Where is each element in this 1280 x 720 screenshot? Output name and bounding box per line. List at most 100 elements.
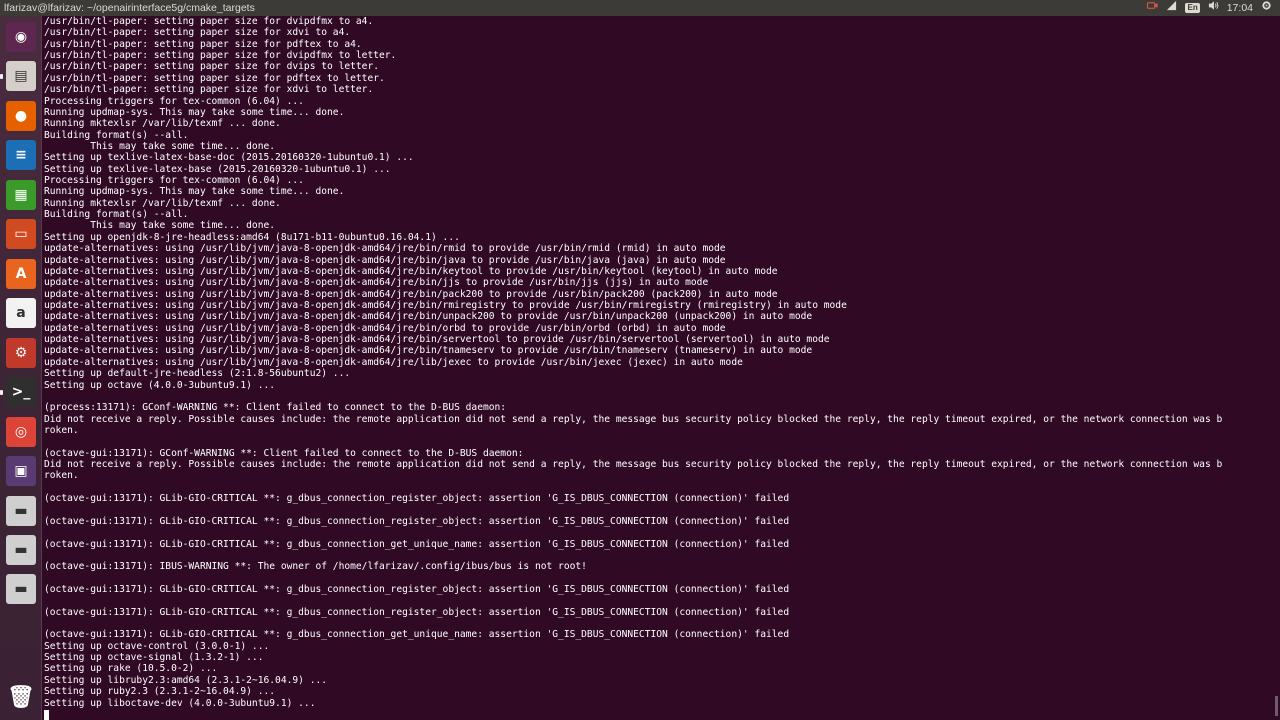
text-cursor bbox=[44, 709, 49, 720]
launcher-item-media-player[interactable]: ▣ bbox=[4, 454, 38, 488]
terminal-line: update-alternatives: using /usr/lib/jvm/… bbox=[44, 345, 813, 357]
volume-icon[interactable] bbox=[1208, 0, 1219, 16]
terminal-line: update-alternatives: using /usr/lib/jvm/… bbox=[44, 288, 778, 300]
terminal-line: /usr/bin/tl-paper: setting paper size fo… bbox=[44, 38, 362, 50]
terminal-line: Setting up libruby2.3:amd64 (2.3.1-2~16.… bbox=[44, 674, 328, 686]
launcher-item-writer[interactable]: ≡ bbox=[4, 138, 38, 172]
terminal-line: Running updmap-sys. This may take some t… bbox=[44, 106, 345, 118]
terminal-line: Setting up ruby2.3 (2.3.1-2~16.04.9) ... bbox=[44, 686, 276, 698]
running-indicator bbox=[0, 74, 3, 79]
terminal-line: update-alternatives: using /usr/lib/jvm/… bbox=[44, 299, 847, 311]
terminal-line: Setting up octave (4.0.0-3ubuntu9.1) ... bbox=[44, 379, 276, 391]
launcher-item-trash[interactable]: 🗑 bbox=[4, 680, 38, 714]
terminal-window[interactable]: /usr/bin/tl-paper: setting paper size fo… bbox=[42, 16, 1278, 720]
clock[interactable]: 17:04 bbox=[1227, 0, 1253, 16]
writer-icon: ≡ bbox=[6, 140, 36, 170]
terminal-line: update-alternatives: using /usr/lib/jvm/… bbox=[44, 254, 726, 266]
drive-1-icon: ▬ bbox=[6, 496, 36, 526]
terminal-line: update-alternatives: using /usr/lib/jvm/… bbox=[44, 243, 726, 255]
terminal-line: Processing triggers for tex-common (6.04… bbox=[44, 175, 304, 187]
terminal-line: (octave-gui:13171): GLib-GIO-CRITICAL **… bbox=[44, 493, 790, 505]
terminal-line: Setting up liboctave-dev (4.0.0-3ubuntu9… bbox=[44, 697, 316, 709]
prompt-line[interactable] bbox=[44, 709, 1278, 720]
terminal-line: Running mktexlsr /var/lib/texmf ... done… bbox=[44, 197, 281, 209]
launcher-item-terminal[interactable]: >_ bbox=[4, 375, 38, 409]
terminal-line: Setting up texlive-latex-base-doc (2015.… bbox=[44, 152, 414, 164]
drive-2-icon: ▬ bbox=[6, 535, 36, 565]
launcher-item-drive-3[interactable]: ▬ bbox=[4, 572, 38, 606]
impress-icon: ▭ bbox=[6, 219, 36, 249]
system-settings-icon: ⚙ bbox=[6, 338, 36, 368]
terminal-line: Building format(s) --all. bbox=[44, 209, 189, 221]
launcher-item-amazon[interactable]: a bbox=[4, 296, 38, 330]
launcher-item-firefox[interactable]: ● bbox=[4, 99, 38, 133]
launcher-item-drive-1[interactable]: ▬ bbox=[4, 494, 38, 528]
software-center-icon: A bbox=[6, 259, 36, 289]
settings-gear-icon[interactable] bbox=[1261, 0, 1272, 16]
terminal-line: This may take some time... done. bbox=[44, 220, 276, 232]
terminal-line: roken. bbox=[44, 424, 79, 436]
terminal-line: (octave-gui:13171): GLib-GIO-CRITICAL **… bbox=[44, 538, 790, 550]
launcher-item-software-center[interactable]: A bbox=[4, 257, 38, 291]
terminal-line: Running updmap-sys. This may take some t… bbox=[44, 186, 345, 198]
terminal-line: roken. bbox=[44, 470, 79, 482]
terminal-output: /usr/bin/tl-paper: setting paper size fo… bbox=[42, 16, 1278, 720]
terminal-line: update-alternatives: using /usr/lib/jvm/… bbox=[44, 322, 726, 334]
terminal-line: update-alternatives: using /usr/lib/jvm/… bbox=[44, 334, 830, 346]
terminal-line: /usr/bin/tl-paper: setting paper size fo… bbox=[44, 27, 351, 39]
terminal-line: (octave-gui:13171): GLib-GIO-CRITICAL **… bbox=[44, 515, 790, 527]
terminal-line: /usr/bin/tl-paper: setting paper size fo… bbox=[44, 50, 397, 62]
trash-icon: 🗑 bbox=[7, 684, 35, 710]
system-tray: En 17:04 bbox=[1139, 0, 1272, 16]
terminal-line: update-alternatives: using /usr/lib/jvm/… bbox=[44, 265, 778, 277]
terminal-line: Running mktexlsr /var/lib/texmf ... done… bbox=[44, 118, 281, 130]
terminal-line: Setting up rake (10.5.0-2) ... bbox=[44, 663, 218, 675]
chrome-icon: ◎ bbox=[6, 417, 36, 447]
running-indicator bbox=[0, 390, 3, 395]
terminal-line: /usr/bin/tl-paper: setting paper size fo… bbox=[44, 72, 385, 84]
scrollbar[interactable] bbox=[1275, 696, 1278, 716]
terminal-line: (octave-gui:13171): GConf-WARNING **: Cl… bbox=[44, 447, 524, 459]
terminal-line: update-alternatives: using /usr/lib/jvm/… bbox=[44, 277, 709, 289]
firefox-icon: ● bbox=[6, 101, 36, 131]
terminal-line: Setting up default-jre-headless (2:1.8-5… bbox=[44, 368, 351, 380]
media-player-icon: ▣ bbox=[6, 456, 36, 486]
top-panel: lfarizav@lfarizav: ~/openairinterface5g/… bbox=[0, 0, 1280, 16]
launcher-item-calc[interactable]: ▦ bbox=[4, 178, 38, 212]
launcher-item-system-settings[interactable]: ⚙ bbox=[4, 336, 38, 370]
terminal-line: Setting up texlive-latex-base (2015.2016… bbox=[44, 163, 391, 175]
terminal-line: update-alternatives: using /usr/lib/jvm/… bbox=[44, 311, 813, 323]
terminal-line: Building format(s) --all. bbox=[44, 129, 189, 141]
calc-icon: ▦ bbox=[6, 180, 36, 210]
terminal-line: update-alternatives: using /usr/lib/jvm/… bbox=[44, 356, 743, 368]
drive-3-icon: ▬ bbox=[6, 574, 36, 604]
launcher-item-files[interactable]: ▤ bbox=[4, 59, 38, 93]
launcher: ◉ ▤ ● ≡ ▦ ▭ Aa ⚙ >_ ◎ ▣ ▬ ▬ ▬ 🗑 bbox=[0, 16, 42, 720]
terminal-line: /usr/bin/tl-paper: setting paper size fo… bbox=[44, 16, 374, 27]
launcher-item-impress[interactable]: ▭ bbox=[4, 217, 38, 251]
launcher-item-dash-home[interactable]: ◉ bbox=[4, 20, 38, 54]
terminal-line: This may take some time... done. bbox=[44, 140, 276, 152]
terminal-line: Did not receive a reply. Possible causes… bbox=[44, 413, 1223, 425]
terminal-line: /usr/bin/tl-paper: setting paper size fo… bbox=[44, 84, 374, 96]
terminal-line: Processing triggers for tex-common (6.04… bbox=[44, 95, 304, 107]
launcher-item-chrome[interactable]: ◎ bbox=[4, 415, 38, 449]
keyboard-layout-badge[interactable]: En bbox=[1185, 3, 1200, 13]
terminal-line: (octave-gui:13171): GLib-GIO-CRITICAL **… bbox=[44, 629, 790, 641]
window-title: lfarizav@lfarizav: ~/openairinterface5g/… bbox=[4, 2, 255, 14]
terminal-line: (octave-gui:13171): GLib-GIO-CRITICAL **… bbox=[44, 583, 790, 595]
amazon-icon: a bbox=[6, 298, 36, 328]
camera-icon[interactable] bbox=[1147, 0, 1159, 16]
terminal-line: (process:13171): GConf-WARNING **: Clien… bbox=[44, 402, 507, 414]
terminal-line: Did not receive a reply. Possible causes… bbox=[44, 459, 1223, 471]
launcher-item-drive-2[interactable]: ▬ bbox=[4, 533, 38, 567]
dash-home-icon: ◉ bbox=[6, 22, 36, 52]
network-icon[interactable] bbox=[1166, 0, 1177, 16]
